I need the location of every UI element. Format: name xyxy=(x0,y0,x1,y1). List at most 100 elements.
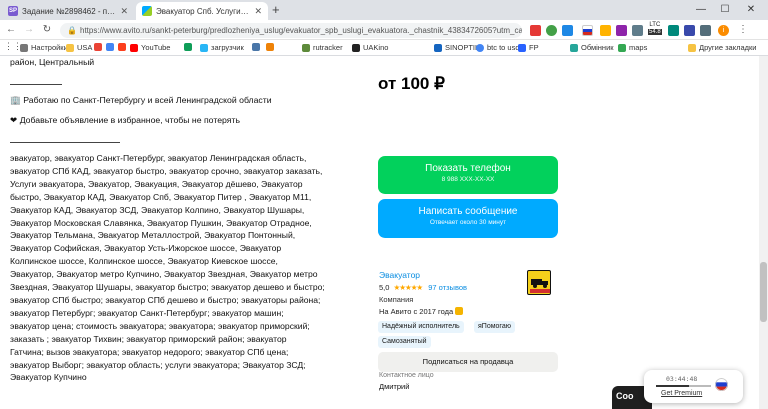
menu-icon[interactable]: ⋮ xyxy=(736,24,750,35)
profile-avatar[interactable]: i xyxy=(718,25,729,36)
vpn-widget[interactable]: 03:44:48 Get Premium xyxy=(644,370,743,403)
tab-avito[interactable]: Эвакуатор Спб. Услуги эвакуатор ✕ xyxy=(136,2,268,20)
close-tab-icon[interactable]: ✕ xyxy=(120,6,128,17)
ltc-value: 54.8 xyxy=(648,29,662,35)
description-line: эвакуатор СПб КАД, эвакуатор быстро, эва… xyxy=(10,165,323,176)
badge-ya-pomogayu[interactable]: яПомогаю xyxy=(474,321,515,333)
award-icon xyxy=(455,307,464,315)
star-rating-icon: ★★★★★ xyxy=(393,283,424,292)
maximize-icon[interactable]: ☐ xyxy=(714,0,736,20)
extension-icon[interactable] xyxy=(684,25,695,36)
description-line: Эвакуатор, Эвакуатор метро Купчино, Эвак… xyxy=(10,269,318,280)
badge-self-employed[interactable]: Самозанятый xyxy=(378,336,431,348)
bookmark-downloader[interactable]: загрузчик xyxy=(200,43,244,52)
since-text: На Авито с 2017 года xyxy=(379,307,454,316)
ltc-label: LTC xyxy=(649,22,661,28)
bookmark-exchanger[interactable]: Обмінник xyxy=(570,43,614,52)
contact-person-label: Контактное лицо xyxy=(379,372,434,379)
bookmark-other[interactable]: Другие закладки xyxy=(688,43,756,52)
gear-icon xyxy=(20,43,28,52)
bookmark-translate[interactable] xyxy=(106,43,117,51)
forward-icon[interactable]: → xyxy=(22,24,36,35)
bookmark-usa[interactable]: USA xyxy=(66,43,92,52)
bookmark-vk[interactable] xyxy=(252,43,263,51)
description-line: заказать ; эвакуатор Тихвин; эвакуатор п… xyxy=(10,333,287,344)
folder-icon xyxy=(66,43,74,52)
download-icon xyxy=(200,43,208,52)
description-line: Гатчина; вызов эвакуатора; эвакуатор нед… xyxy=(10,346,289,357)
tab-strip: SP Задание №2898462 - просмотр з ✕ Эваку… xyxy=(0,0,768,20)
reviews-link[interactable]: 97 отзывов xyxy=(428,283,467,292)
page-scrollbar[interactable] xyxy=(759,56,768,409)
gmail-icon xyxy=(94,43,102,51)
translate-icon xyxy=(106,43,114,51)
rutracker-icon xyxy=(302,43,310,52)
bookmark-ok[interactable] xyxy=(266,43,277,51)
description-line: Эвакуатор Тельмана, Эвакуатор Металлостр… xyxy=(10,230,296,241)
reload-icon[interactable]: ↻ xyxy=(40,24,54,35)
seller-name-link[interactable]: Эвакуатор xyxy=(379,270,420,280)
extension-icon[interactable] xyxy=(600,25,611,36)
puzzle-icon[interactable] xyxy=(700,25,711,36)
extension-icon[interactable] xyxy=(616,25,627,36)
badge-reliable[interactable]: Надёжный исполнитель xyxy=(378,321,464,333)
bookmark-maps[interactable]: maps xyxy=(618,43,647,52)
film-icon xyxy=(352,43,360,52)
tab-task[interactable]: SP Задание №2898462 - просмотр з ✕ xyxy=(2,2,134,20)
description-line: эвакуатор СПб быстро; эвакуатор СПб деше… xyxy=(10,294,321,305)
location-line: район, Центральный xyxy=(10,57,95,67)
ltc-ticker[interactable]: LTC 54.8 xyxy=(648,22,662,36)
minimize-icon[interactable]: — xyxy=(690,0,712,20)
youtube-icon xyxy=(130,43,138,52)
exchange-icon xyxy=(570,43,578,52)
write-message-button[interactable]: Написать сообщение Отвечает около 30 мин… xyxy=(378,199,558,238)
description-line: Звездная, Эвакуатор Шушары, эвакуатор бы… xyxy=(10,282,325,293)
button-label: Написать сообщение xyxy=(418,206,518,217)
extension-icon[interactable] xyxy=(562,25,573,36)
get-premium-link[interactable]: Get Premium xyxy=(661,390,702,397)
bookmark-fp[interactable]: FP xyxy=(518,43,539,52)
url-field[interactable]: 🔒 https://www.avito.ru/sankt-peterburg/p… xyxy=(60,23,522,38)
listing-description: эвакуатор, эвакуатор Санкт-Петербург, эв… xyxy=(10,152,372,384)
flag-icon[interactable] xyxy=(582,25,593,36)
extension-icon[interactable] xyxy=(530,25,541,36)
messenger-label: Соо xyxy=(616,391,634,401)
bookmarks-bar: ⋮⋮ Настройки USA YouTube загрузчик rutra… xyxy=(0,40,768,56)
scrollbar-thumb[interactable] xyxy=(760,262,767,322)
yandex-icon xyxy=(118,43,126,51)
price: от 100 ₽ xyxy=(378,74,445,93)
bookmark-yandex[interactable] xyxy=(118,43,129,51)
apps-grid-icon[interactable]: ⋮⋮ xyxy=(4,41,22,52)
description-line: эвакуатор цена; стоимость эвакуатора; эв… xyxy=(10,320,310,331)
page-content: район, Центральный 🏢 Работаю по Санкт-Пе… xyxy=(0,56,768,409)
back-icon[interactable]: ← xyxy=(4,24,18,35)
extension-icon[interactable] xyxy=(668,25,679,36)
vk-icon xyxy=(252,43,260,51)
new-tab-button[interactable]: + xyxy=(272,2,280,17)
tab-title: Эвакуатор Спб. Услуги эвакуатор xyxy=(156,6,251,16)
bookmark-rutracker[interactable]: rutracker xyxy=(302,43,343,52)
bookmark-btc[interactable]: btc to usd xyxy=(476,43,520,52)
bookmark-uakino[interactable]: UAKino xyxy=(352,43,388,52)
tab-title: Задание №2898462 - просмотр з xyxy=(22,6,117,16)
drive-icon xyxy=(184,43,192,51)
show-phone-button[interactable]: Показать телефон 8 988 XXX-XX-XX xyxy=(378,156,558,194)
bookmark-drive[interactable] xyxy=(184,43,195,51)
extension-icon[interactable] xyxy=(546,25,557,36)
close-window-icon[interactable]: ✕ xyxy=(740,0,762,20)
bookmark-settings[interactable]: Настройки xyxy=(20,43,68,52)
description-line: быстро, Эвакуатор КАД, Эвакуатор Спб, Эв… xyxy=(10,191,312,202)
phone-number: 8 988 XXX-XX-XX xyxy=(441,176,495,183)
bookmark-sinoptik[interactable]: SINOPTIK xyxy=(434,43,480,52)
weather-icon xyxy=(434,43,442,52)
extension-icon[interactable] xyxy=(632,25,643,36)
rating-value: 5,0 xyxy=(379,283,390,292)
bookmark-gmail[interactable] xyxy=(94,43,105,51)
russia-flag-icon[interactable] xyxy=(715,378,728,391)
subscribe-seller-button[interactable]: Подписаться на продавца xyxy=(378,352,558,372)
seller-logo[interactable] xyxy=(527,270,551,295)
bookmark-youtube[interactable]: YouTube xyxy=(130,43,170,52)
close-tab-icon[interactable]: ✕ xyxy=(254,6,262,17)
google-icon xyxy=(476,43,484,52)
url-text: https://www.avito.ru/sankt-peterburg/pre… xyxy=(80,26,522,35)
